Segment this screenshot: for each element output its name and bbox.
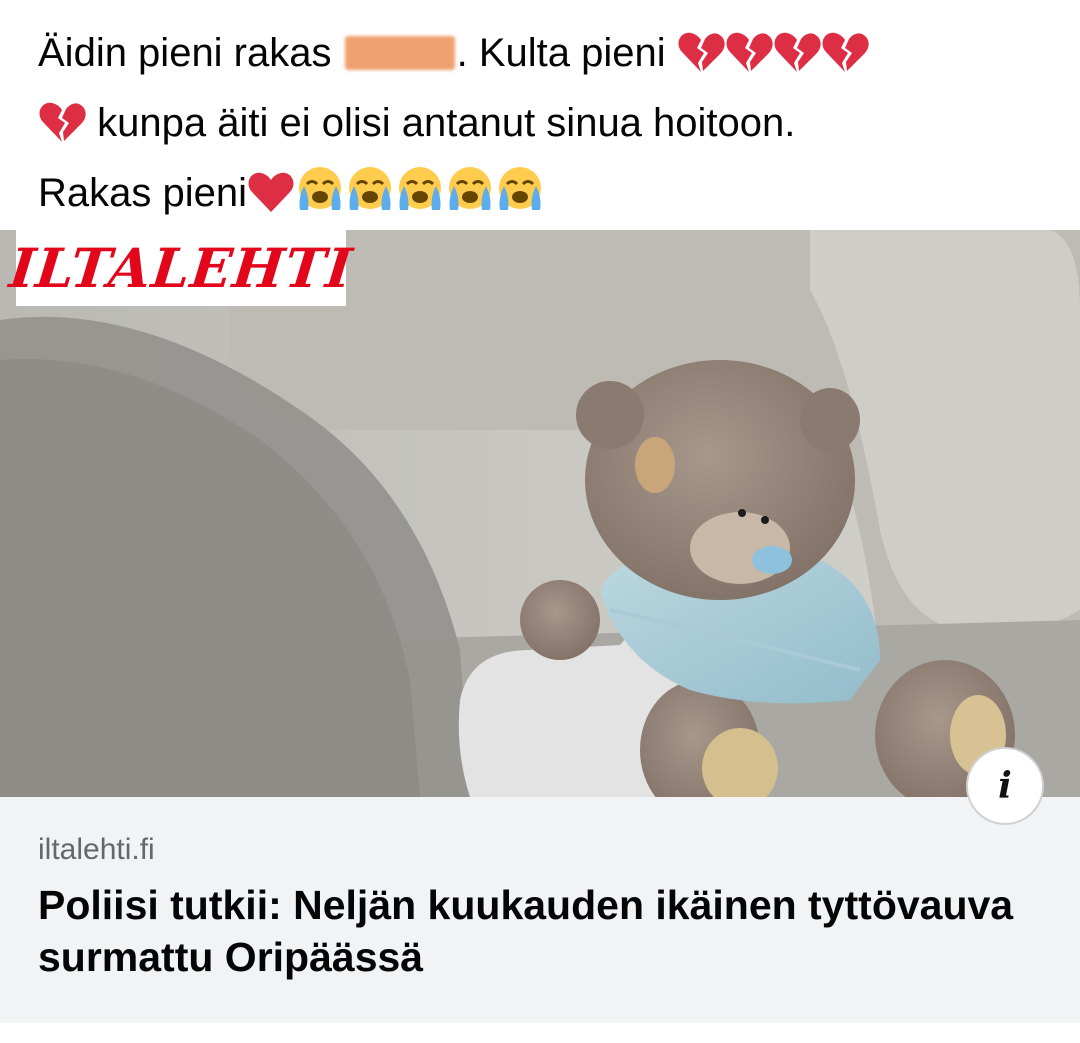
article-image[interactable]: ILTALEHTI bbox=[0, 230, 1080, 797]
crying-face-icon bbox=[295, 164, 345, 232]
post-line-2: kunpa äiti ei olisi antanut sinua hoitoo… bbox=[38, 92, 1048, 162]
broken-heart-icon bbox=[38, 100, 86, 162]
crying-face-icon bbox=[495, 164, 545, 232]
teddy-bear-photo bbox=[0, 230, 1080, 797]
link-meta[interactable]: iltalehti.fi Poliisi tutkii: Neljän kuuk… bbox=[0, 797, 1080, 1023]
post-line-3-text: Rakas pieni bbox=[38, 171, 248, 215]
link-domain: iltalehti.fi bbox=[38, 833, 155, 866]
red-heart-icon bbox=[247, 170, 295, 232]
redacted-name bbox=[344, 36, 455, 70]
info-icon[interactable]: i bbox=[966, 747, 1044, 825]
post-line-1: Äidin pieni rakas . Kulta pieni bbox=[38, 22, 1048, 92]
post-text: Äidin pieni rakas . Kulta pieni kunpa äi… bbox=[38, 22, 1048, 232]
post-line-1-prefix: Äidin pieni rakas bbox=[38, 31, 332, 75]
post-line-1-suffix: . Kulta pieni bbox=[456, 31, 666, 75]
crying-face-icon bbox=[395, 164, 445, 232]
post-line-3: Rakas pieni bbox=[38, 162, 1048, 232]
broken-heart-icon bbox=[677, 30, 725, 92]
crying-face-icon bbox=[445, 164, 495, 232]
iltalehti-logo: ILTALEHTI bbox=[6, 230, 356, 306]
iltalehti-logo-text: ILTALEHTI bbox=[6, 236, 356, 300]
broken-heart-icon bbox=[725, 30, 773, 92]
broken-heart-icon bbox=[773, 30, 821, 92]
post-line-2-text: kunpa äiti ei olisi antanut sinua hoitoo… bbox=[97, 101, 796, 145]
link-headline[interactable]: Poliisi tutkii: Neljän kuukauden ikäinen… bbox=[38, 879, 1038, 983]
broken-heart-icon bbox=[821, 30, 869, 92]
link-preview-card[interactable]: ILTALEHTI i iltalehti.fi Poliisi tutkii:… bbox=[0, 230, 1080, 1023]
crying-face-icon bbox=[345, 164, 395, 232]
